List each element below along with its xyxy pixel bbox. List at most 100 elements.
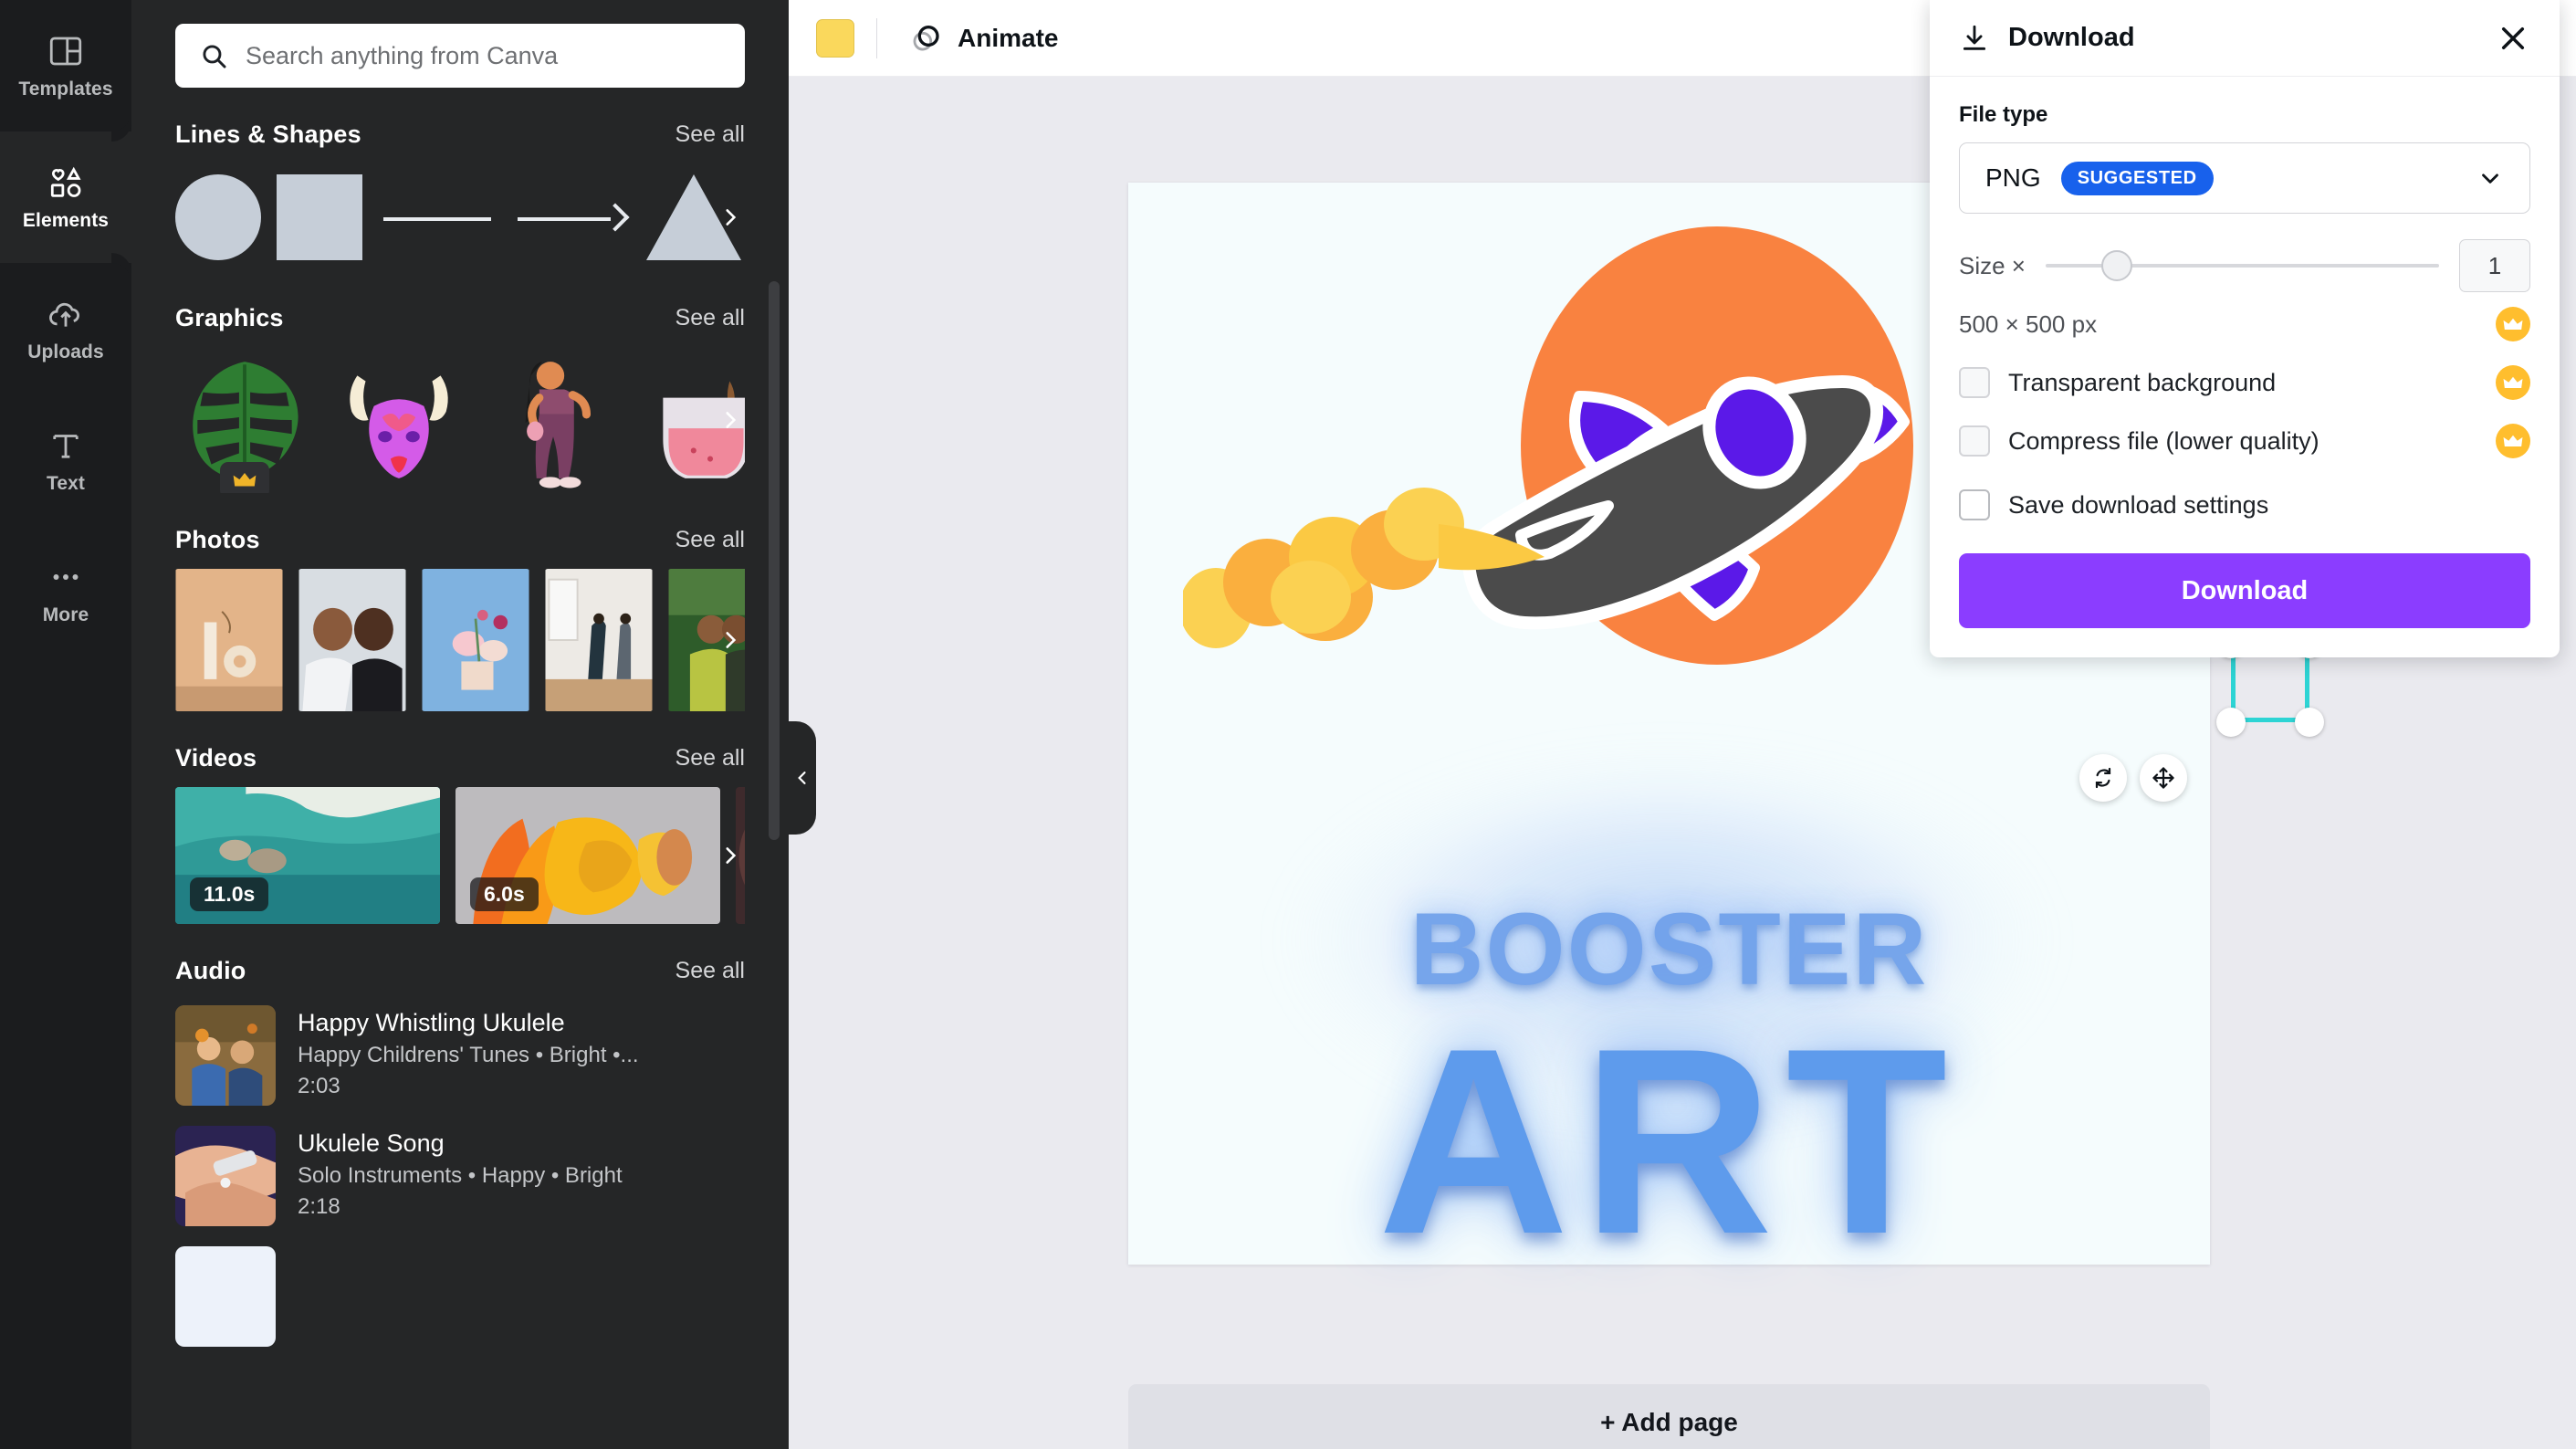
next-arrow-photos[interactable] xyxy=(710,620,745,660)
graphic-bull-head[interactable] xyxy=(330,351,468,489)
shape-square[interactable] xyxy=(277,174,362,260)
download-button[interactable]: Download xyxy=(1959,553,2530,628)
audio-thumbnail xyxy=(175,1246,276,1347)
see-all-videos[interactable]: See all xyxy=(675,745,745,772)
color-swatch-button[interactable] xyxy=(816,19,854,58)
elements-icon xyxy=(47,163,85,202)
next-arrow-graphics[interactable] xyxy=(710,400,745,440)
download-icon xyxy=(1959,23,1990,54)
sidebar-label-more: More xyxy=(43,604,89,626)
audio-list-item[interactable]: Happy Whistling Ukulele Happy Childrens'… xyxy=(175,1005,745,1106)
rotate-icon xyxy=(2090,765,2116,791)
sidebar-item-uploads[interactable]: Uploads xyxy=(0,263,131,394)
search-icon xyxy=(199,41,229,71)
canvas-text-art[interactable]: ART xyxy=(1128,1009,2210,1274)
crown-icon xyxy=(2496,307,2530,341)
photo-thumb[interactable] xyxy=(175,569,283,711)
collapse-panel-button[interactable] xyxy=(789,721,816,835)
video-duration: 6.0s xyxy=(470,877,539,911)
audio-meta: Ukulele Song Solo Instruments • Happy • … xyxy=(298,1126,623,1220)
checkbox-row-save-settings[interactable]: Save download settings xyxy=(1959,489,2530,520)
photo-thumb[interactable] xyxy=(422,569,529,711)
more-icon xyxy=(47,558,85,596)
lines-shapes-row xyxy=(175,163,745,271)
checkbox-compress-file[interactable] xyxy=(1959,425,1990,457)
panel-scrollbar[interactable] xyxy=(769,281,780,840)
chevron-down-icon xyxy=(2477,164,2504,192)
add-page-button[interactable]: + Add page xyxy=(1128,1384,2210,1449)
panel-scroll-area: Lines & Shapes See all Graphics See all xyxy=(131,0,789,1449)
main-area: Animate xyxy=(789,0,2576,1449)
sidebar-label-elements: Elements xyxy=(23,210,109,232)
checkbox-row-compress-file[interactable]: Compress file (lower quality) xyxy=(1959,424,2530,458)
section-header-photos: Photos See all xyxy=(175,526,745,554)
audio-meta: Happy Whistling Ukulele Happy Childrens'… xyxy=(298,1005,639,1099)
videos-row: 11.0s 6.0s xyxy=(175,787,745,924)
search-input[interactable] xyxy=(246,42,721,70)
canvas-text-booster[interactable]: BOOSTER xyxy=(1128,890,2210,1008)
section-title-videos: Videos xyxy=(175,744,257,772)
audio-duration: 2:18 xyxy=(298,1194,623,1220)
animate-button[interactable]: Animate xyxy=(899,14,1067,63)
see-all-graphics[interactable]: See all xyxy=(675,305,745,331)
photos-row xyxy=(175,569,745,711)
see-all-lines-shapes[interactable]: See all xyxy=(675,121,745,148)
canva-editor: Templates Elements Uploads xyxy=(0,0,2576,1449)
photo-thumb[interactable] xyxy=(545,569,653,711)
dimensions-row: 500 × 500 px xyxy=(1959,307,2530,341)
audio-list-item[interactable]: Ukulele Song Solo Instruments • Happy • … xyxy=(175,1126,745,1226)
next-arrow-lines-shapes[interactable] xyxy=(710,197,745,237)
audio-duration: 2:03 xyxy=(298,1074,639,1099)
templates-icon xyxy=(47,32,85,70)
see-all-audio[interactable]: See all xyxy=(675,958,745,984)
video-thumb[interactable]: 11.0s xyxy=(175,787,440,924)
slider-thumb[interactable] xyxy=(2101,250,2132,281)
text-icon xyxy=(47,426,85,465)
shape-arrow[interactable] xyxy=(512,174,631,260)
sidebar-item-elements[interactable]: Elements xyxy=(0,131,131,263)
shape-circle[interactable] xyxy=(175,174,261,260)
section-title-lines-shapes: Lines & Shapes xyxy=(175,121,361,149)
video-thumb[interactable]: 6.0s xyxy=(456,787,720,924)
download-panel: Download File type PNG SUGGESTED xyxy=(1930,0,2560,657)
checkbox-row-transparent-background[interactable]: Transparent background xyxy=(1959,365,2530,400)
resize-handle-bottom-right[interactable] xyxy=(2295,708,2324,737)
audio-thumbnail xyxy=(175,1126,276,1226)
move-icon xyxy=(2151,765,2176,791)
crown-icon xyxy=(2496,365,2530,400)
sidebar-label-templates: Templates xyxy=(18,79,112,100)
toolbar-divider xyxy=(876,18,877,58)
section-header-lines-shapes: Lines & Shapes See all xyxy=(175,121,745,149)
add-page-label: + Add page xyxy=(1600,1408,1738,1437)
graphic-monstera-leaf[interactable] xyxy=(175,351,314,489)
checkbox-transparent-background[interactable] xyxy=(1959,367,1990,398)
close-icon[interactable] xyxy=(2496,21,2530,56)
rotate-button[interactable] xyxy=(2079,754,2127,802)
see-all-photos[interactable]: See all xyxy=(675,527,745,553)
size-value-input[interactable]: 1 xyxy=(2459,239,2530,292)
graphic-fitness-woman[interactable] xyxy=(484,351,623,489)
move-button[interactable] xyxy=(2140,754,2187,802)
photo-thumb[interactable] xyxy=(298,569,406,711)
next-arrow-videos[interactable] xyxy=(710,835,745,876)
sidebar-label-text: Text xyxy=(47,473,85,495)
search-box[interactable] xyxy=(175,24,745,88)
audio-list-item[interactable] xyxy=(175,1246,745,1347)
crown-icon xyxy=(233,471,257,489)
sidebar-item-more[interactable]: More xyxy=(0,526,131,657)
section-title-audio: Audio xyxy=(175,957,246,985)
file-type-select[interactable]: PNG SUGGESTED xyxy=(1959,142,2530,214)
shape-line[interactable] xyxy=(378,174,497,260)
resize-handle-bottom-left[interactable] xyxy=(2216,708,2246,737)
audio-subtitle: Solo Instruments • Happy • Bright xyxy=(298,1163,623,1189)
size-slider[interactable] xyxy=(2046,249,2439,282)
checkbox-save-download-settings[interactable] xyxy=(1959,489,1990,520)
section-header-videos: Videos See all xyxy=(175,744,745,772)
section-header-audio: Audio See all xyxy=(175,957,745,985)
crown-icon xyxy=(2496,424,2530,458)
download-panel-title: Download xyxy=(2008,23,2477,53)
download-panel-body: File type PNG SUGGESTED Size × xyxy=(1930,77,2560,657)
left-rail: Templates Elements Uploads xyxy=(0,0,131,1449)
sidebar-item-text[interactable]: Text xyxy=(0,394,131,526)
section-title-photos: Photos xyxy=(175,526,260,554)
